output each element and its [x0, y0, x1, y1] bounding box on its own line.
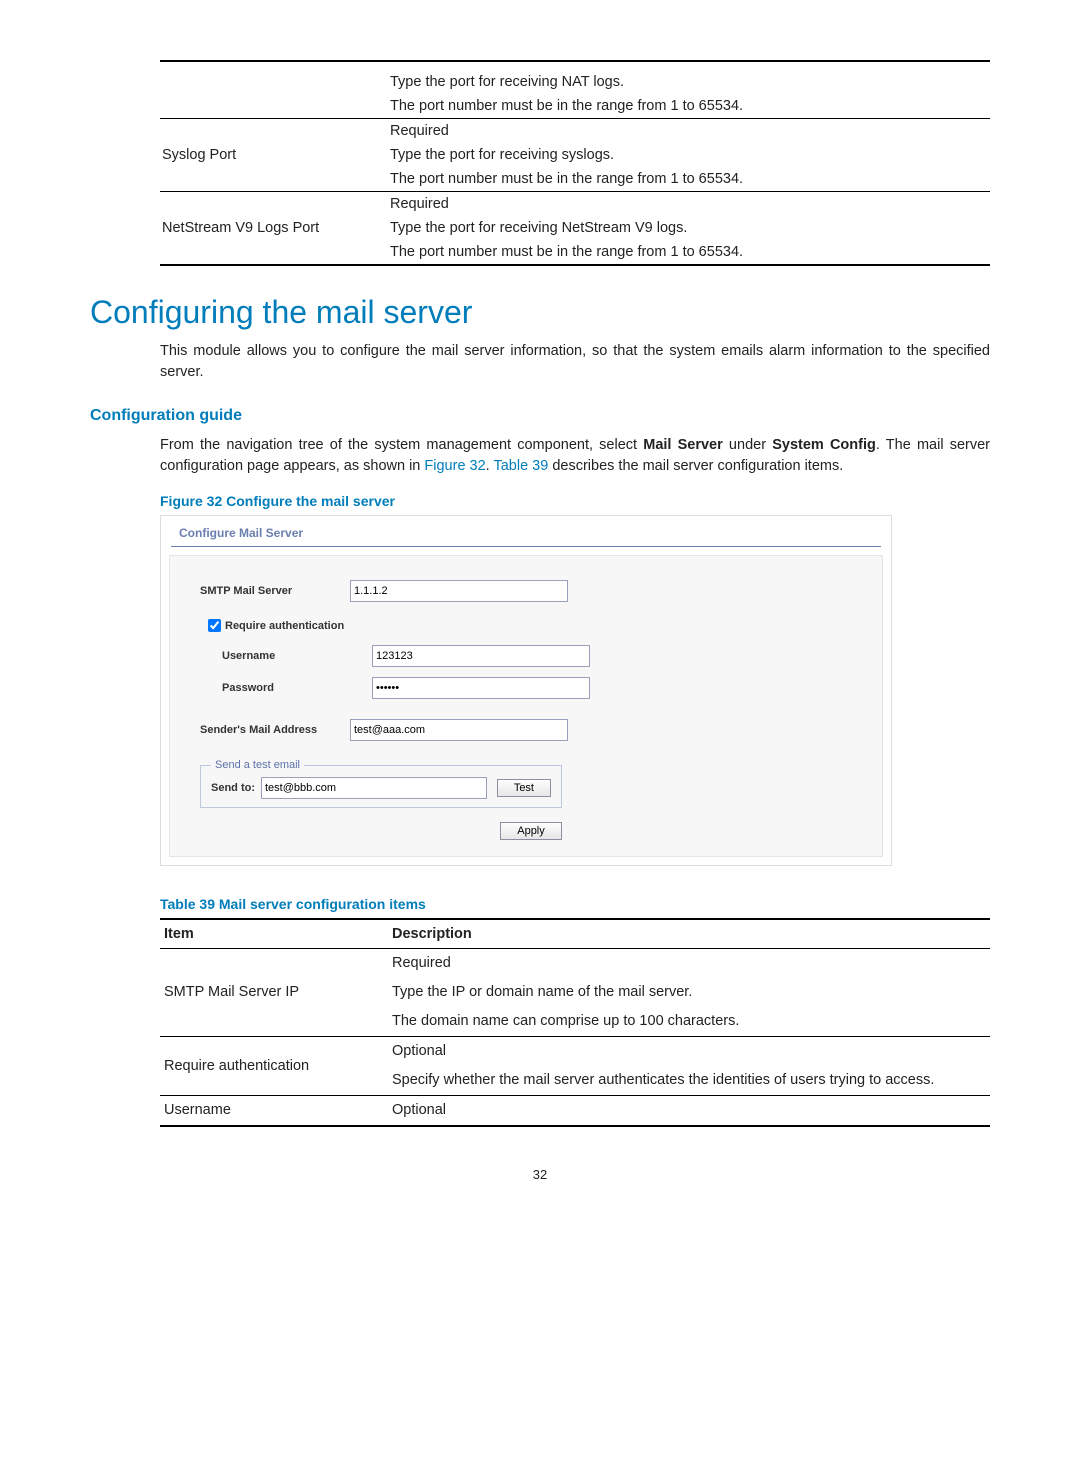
config-guide-heading: Configuration guide	[90, 407, 990, 425]
require-auth-checkbox[interactable]	[208, 619, 221, 632]
netstream-item: NetStream V9 Logs Port	[160, 192, 388, 266]
table-caption: Table 39 Mail server configuration items	[160, 896, 990, 912]
mail-server-screenshot: Configure Mail Server SMTP Mail Server R…	[160, 515, 892, 866]
req-auth-d1: Optional	[388, 1037, 990, 1067]
sendto-input[interactable]	[261, 777, 487, 799]
intro-paragraph: This module allows you to configure the …	[160, 341, 990, 383]
system-config-bold: System Config	[772, 437, 876, 453]
syslog-d1: Required	[388, 119, 990, 144]
mail-server-bold: Mail Server	[643, 437, 723, 453]
smtp-ip-d2: Type the IP or domain name of the mail s…	[388, 978, 990, 1007]
netstream-d2: Type the port for receiving NetStream V9…	[388, 216, 990, 240]
smtp-input[interactable]	[350, 580, 568, 602]
figure-link[interactable]: Figure 32	[424, 458, 485, 474]
password-label: Password	[200, 682, 372, 694]
mail-config-table: Item Description SMTP Mail Server IP Req…	[160, 918, 990, 1127]
table-link[interactable]: Table 39	[493, 458, 548, 474]
sender-label: Sender's Mail Address	[200, 724, 350, 736]
test-email-legend: Send a test email	[211, 759, 304, 771]
req-auth-d2: Specify whether the mail server authenti…	[388, 1066, 990, 1096]
test-button[interactable]: Test	[497, 779, 551, 797]
username-item: Username	[160, 1096, 388, 1127]
figure-caption: Figure 32 Configure the mail server	[160, 493, 990, 509]
sender-input[interactable]	[350, 719, 568, 741]
page-number: 32	[90, 1167, 990, 1182]
header-item: Item	[160, 919, 388, 949]
syslog-d2: Type the port for receiving syslogs.	[388, 143, 990, 167]
netstream-d3: The port number must be in the range fro…	[388, 240, 990, 265]
nat-desc-1: Type the port for receiving NAT logs.	[388, 70, 990, 94]
panel-title: Configure Mail Server	[161, 516, 891, 546]
guide-text: describes the mail server configuration …	[548, 458, 843, 474]
guide-text: From the navigation tree of the system m…	[160, 437, 643, 453]
require-auth-label: Require authentication	[225, 620, 344, 632]
syslog-item: Syslog Port	[160, 119, 388, 192]
section-heading: Configuring the mail server	[90, 294, 990, 331]
username-label: Username	[200, 650, 372, 662]
password-input[interactable]	[372, 677, 590, 699]
apply-button[interactable]: Apply	[500, 822, 562, 840]
username-d1: Optional	[388, 1096, 990, 1127]
nat-desc-2: The port number must be in the range fro…	[388, 94, 990, 119]
username-input[interactable]	[372, 645, 590, 667]
test-email-fieldset: Send a test email Send to: Test	[200, 759, 562, 808]
req-auth-item: Require authentication	[160, 1037, 388, 1096]
netstream-d1: Required	[388, 192, 990, 217]
smtp-ip-item: SMTP Mail Server IP	[160, 949, 388, 1037]
header-desc: Description	[388, 919, 990, 949]
syslog-d3: The port number must be in the range fro…	[388, 167, 990, 192]
smtp-label: SMTP Mail Server	[200, 585, 350, 597]
sendto-label: Send to:	[211, 782, 255, 794]
ports-table: Type the port for receiving NAT logs. Th…	[160, 60, 990, 266]
guide-paragraph: From the navigation tree of the system m…	[160, 435, 990, 477]
smtp-ip-d3: The domain name can comprise up to 100 c…	[388, 1007, 990, 1037]
guide-text: under	[723, 437, 772, 453]
smtp-ip-d1: Required	[388, 949, 990, 979]
